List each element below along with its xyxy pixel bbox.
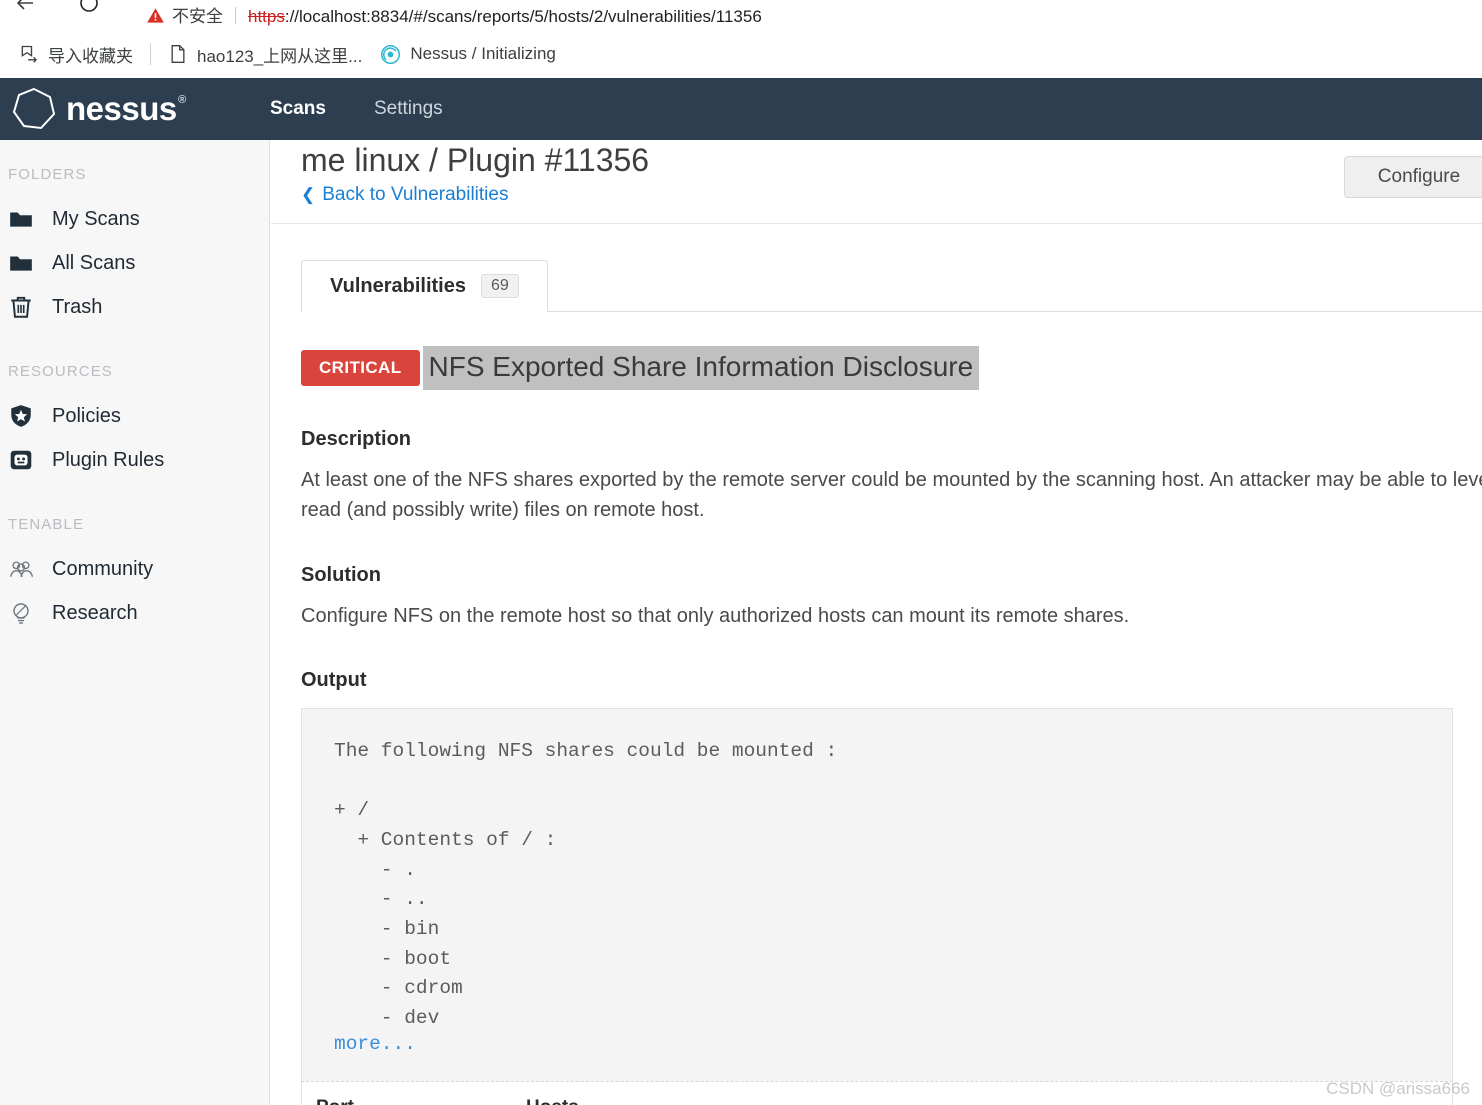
output-section: Output <box>301 669 1482 692</box>
sidebar-item-policies[interactable]: Policies <box>0 394 269 438</box>
output-text: The following NFS shares could be mounte… <box>334 740 838 1029</box>
description-line-1: At least one of the NFS shares exported … <box>301 469 1482 491</box>
lightbulb-icon <box>8 600 42 626</box>
app-header: nessus ® Scans Settings <box>0 78 1482 140</box>
configure-button[interactable]: Configure <box>1344 156 1482 198</box>
import-bookmarks-icon <box>21 45 38 63</box>
output-panel: The following NFS shares could be mounte… <box>301 708 1453 1082</box>
page-title: me linux / Plugin #11356 <box>301 142 650 178</box>
sidebar-item-community[interactable]: Community <box>0 547 269 591</box>
page-icon <box>171 45 185 63</box>
sort-ascending-icon: ▲ <box>364 1101 376 1105</box>
sidebar-item-label: Community <box>52 557 154 580</box>
reload-icon <box>80 0 98 12</box>
topnav-scans[interactable]: Scans <box>270 98 326 120</box>
bookmark-separator <box>150 43 151 65</box>
url-text: https://localhost:8834/#/scans/reports/5… <box>248 7 762 27</box>
nessus-logo-icon <box>12 87 56 130</box>
nessus-logo[interactable]: nessus ® <box>0 83 270 135</box>
plugin-rules-icon <box>8 447 42 473</box>
description-section: Description At least one of the NFS shar… <box>301 428 1482 526</box>
sidebar-item-label: Trash <box>52 295 103 318</box>
tab-strip: Vulnerabilities 69 <box>301 260 1482 312</box>
sidebar-item-my-scans[interactable]: My Scans <box>0 197 269 241</box>
csdn-watermark: CSDN @arissa666 <box>1326 1079 1470 1098</box>
main-content: me linux / Plugin #11356 ❮ Back to Vulne… <box>271 140 1482 1105</box>
tab-label: Vulnerabilities <box>330 274 466 297</box>
solution-heading: Solution <box>301 563 381 586</box>
browser-chrome: 不安全 https://localhost:8834/#/scans/repor… <box>0 0 1482 78</box>
sidebar-group-resources-title: RESOURCES <box>8 363 113 380</box>
trash-icon <box>8 294 42 320</box>
column-header-port[interactable]: Port ▲ <box>316 1097 526 1105</box>
logo-wordmark: nessus <box>66 90 177 127</box>
chevron-left-icon: ❮ <box>301 185 316 204</box>
security-status-label: 不安全 <box>172 7 223 26</box>
sidebar-group-tenable-title: TENABLE <box>8 516 85 533</box>
not-secure-warning-icon <box>147 8 164 23</box>
sidebar-item-label: Plugin Rules <box>52 448 165 471</box>
output-more-link[interactable]: more... <box>334 1033 416 1055</box>
bookmark-label: Nessus / Initializing <box>410 44 556 63</box>
bookmark-label: hao123_上网从这里... <box>197 46 363 66</box>
nessus-favicon <box>381 44 401 64</box>
tab-count-badge: 69 <box>480 274 519 298</box>
omnibox-divider <box>235 7 236 24</box>
page-header: me linux / Plugin #11356 ❮ Back to Vulne… <box>271 140 1482 224</box>
folder-icon <box>8 250 42 276</box>
sidebar-item-label: My Scans <box>52 207 140 230</box>
sidebar: FOLDERS My Scans All Scans Trash RESOURC… <box>0 140 270 1105</box>
topnav-settings[interactable]: Settings <box>374 98 443 120</box>
people-icon <box>8 556 42 583</box>
folder-icon <box>8 206 42 232</box>
nessus-logo-text: nessus ® <box>66 90 186 128</box>
column-header-label: Port <box>316 1097 354 1105</box>
column-header-hosts[interactable]: Hosts <box>526 1097 926 1105</box>
logo-trademark: ® <box>178 94 186 106</box>
sidebar-item-label: Policies <box>52 404 121 427</box>
bookmark-nessus[interactable]: Nessus / Initializing <box>371 37 565 71</box>
plugin-name: NFS Exported Share Information Disclosur… <box>422 346 980 390</box>
browser-reload-button[interactable] <box>72 0 106 20</box>
url-scheme: https <box>248 7 285 26</box>
description-line-2: read (and possibly write) files on remot… <box>301 499 705 522</box>
bookmark-label: 导入收藏夹 <box>48 46 133 66</box>
solution-section: Solution Configure NFS on the remote hos… <box>301 564 1482 631</box>
output-heading: Output <box>301 669 367 692</box>
shield-star-icon <box>8 403 42 429</box>
sidebar-group-folders-title: FOLDERS <box>8 166 87 183</box>
sidebar-item-trash[interactable]: Trash <box>0 285 269 329</box>
ports-table-header: Port ▲ Hosts <box>302 1082 1452 1105</box>
url-path: ://localhost:8834/#/scans/reports/5/host… <box>284 7 762 26</box>
address-bar[interactable]: 不安全 https://localhost:8834/#/scans/repor… <box>130 0 1470 28</box>
plugin-title-row: CRITICAL NFS Exported Share Information … <box>301 346 1482 390</box>
sidebar-item-research[interactable]: Research <box>0 591 269 635</box>
description-heading: Description <box>301 428 412 450</box>
back-arrow-icon <box>16 0 33 10</box>
bookmarks-bar: 导入收藏夹 hao123_上网从这里... Nessus / Initializ… <box>0 30 1482 78</box>
back-link-label: Back to Vulnerabilities <box>322 184 509 205</box>
sidebar-item-label: All Scans <box>52 251 136 274</box>
bookmark-import[interactable]: 导入收藏夹 <box>10 37 142 71</box>
column-header-label: Hosts <box>526 1097 579 1105</box>
browser-toolbar: 不安全 https://localhost:8834/#/scans/repor… <box>0 0 1482 30</box>
solution-body: Configure NFS on the remote host so that… <box>301 604 1130 627</box>
description-body: At least one of the NFS shares exported … <box>301 465 1482 526</box>
sidebar-item-all-scans[interactable]: All Scans <box>0 241 269 285</box>
bookmark-hao123[interactable]: hao123_上网从这里... <box>159 37 371 71</box>
ports-table: Port ▲ Hosts 2049 / udp / rpc-nfs 192.16… <box>301 1081 1453 1105</box>
severity-badge: CRITICAL <box>301 350 420 386</box>
sidebar-item-plugin-rules[interactable]: Plugin Rules <box>0 438 269 482</box>
browser-back-button[interactable] <box>8 0 42 20</box>
sidebar-item-label: Research <box>52 601 138 624</box>
back-to-vulnerabilities-link[interactable]: ❮ Back to Vulnerabilities <box>301 184 508 206</box>
nessus-app: nessus ® Scans Settings FOLDERS My Scans … <box>0 78 1482 1105</box>
tab-vulnerabilities[interactable]: Vulnerabilities 69 <box>301 260 548 312</box>
